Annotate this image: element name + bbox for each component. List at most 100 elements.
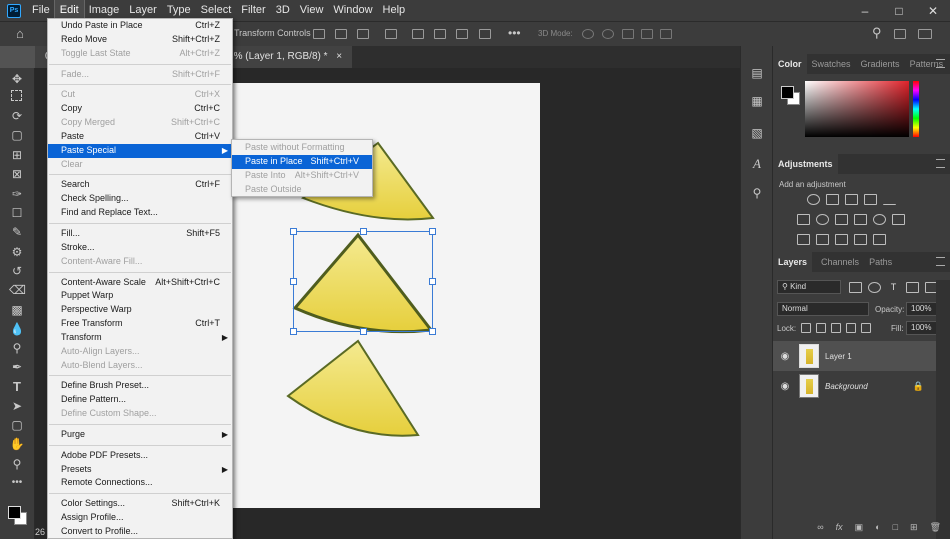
adjustment-layer-icon[interactable]: ◐	[875, 522, 880, 532]
color-foreground-swatch[interactable]	[781, 86, 794, 99]
menu-item-free-transform[interactable]: Free Transform Ctrl+T	[48, 317, 232, 331]
tab-swatches[interactable]: Swatches	[807, 54, 856, 74]
3d-roll-icon[interactable]	[602, 29, 614, 39]
rectangle-tool-icon[interactable]: ▢	[9, 417, 25, 433]
transform-handle[interactable]	[429, 328, 436, 335]
color-field[interactable]	[805, 81, 909, 137]
layer-filter-select[interactable]: ⚲ Kind	[777, 280, 841, 294]
menu-item-remote-connections[interactable]: Remote Connections...	[48, 476, 232, 490]
menu-item-paste-in-place[interactable]: Paste in Place Shift+Ctrl+V	[232, 154, 372, 169]
menu-item-find-and-replace-text[interactable]: Find and Replace Text...	[48, 206, 232, 220]
transform-handle[interactable]	[290, 278, 297, 285]
menu-item-color-settings[interactable]: Color Settings... Shift+Ctrl+K	[48, 497, 232, 511]
lock-transparency-icon[interactable]	[801, 323, 811, 333]
3d-scale-icon[interactable]	[660, 29, 672, 39]
brightness-icon[interactable]	[807, 194, 820, 205]
character-icon[interactable]: A	[749, 156, 765, 171]
menu-item-stroke[interactable]: Stroke...	[48, 241, 232, 255]
menu-item-puppet-warp[interactable]: Puppet Warp	[48, 289, 232, 303]
transform-controls-label[interactable]: Transform Controls	[234, 28, 311, 38]
history-brush-icon[interactable]: ↺	[9, 263, 25, 279]
tab-gradients[interactable]: Gradients	[856, 54, 905, 74]
menu-3d[interactable]: 3D	[271, 0, 295, 21]
menu-item-undo-paste-in-place[interactable]: Undo Paste in Place Ctrl+Z	[48, 19, 232, 33]
menu-window[interactable]: Window	[328, 0, 377, 21]
menu-item-adobe-pdf-presets[interactable]: Adobe PDF Presets...	[48, 449, 232, 463]
lasso-tool-icon[interactable]: ⟳	[9, 108, 25, 124]
3d-slide-icon[interactable]	[641, 29, 653, 39]
panel-menu-icon[interactable]	[936, 59, 945, 68]
crop-tool-icon[interactable]: ⊞	[9, 147, 25, 163]
menu-item-transform[interactable]: Transform ▶	[48, 331, 232, 345]
gradient-map-icon[interactable]	[854, 234, 867, 245]
properties-icon[interactable]: ▦	[749, 94, 765, 108]
menu-item-define-pattern[interactable]: Define Pattern...	[48, 393, 232, 407]
menu-item-convert-to-profile[interactable]: Convert to Profile...	[48, 525, 232, 538]
align-left-icon[interactable]	[313, 29, 325, 39]
menu-item-assign-profile[interactable]: Assign Profile...	[48, 511, 232, 525]
navigator-icon[interactable]: ⚲	[749, 186, 765, 200]
eraser-tool-icon[interactable]: ⌫	[9, 282, 26, 298]
dodge-tool-icon[interactable]: ⚲	[9, 340, 25, 356]
align-center-icon[interactable]	[335, 29, 347, 39]
levels-icon[interactable]	[826, 194, 839, 205]
new-layer-icon[interactable]: ⊞	[910, 522, 918, 533]
visibility-eye-icon[interactable]: ◉	[778, 381, 792, 392]
delete-layer-icon[interactable]: 🗑	[930, 522, 941, 533]
healing-brush-icon[interactable]: ☐	[9, 205, 25, 221]
color-lookup-icon[interactable]	[892, 214, 905, 225]
lock-artboard-icon[interactable]	[846, 323, 856, 333]
move-tool-icon[interactable]: ✥	[9, 71, 25, 87]
hue-saturation-icon[interactable]	[797, 214, 810, 225]
layer-row-background[interactable]: ◉ Background 🔒	[773, 371, 936, 401]
menu-item-paste-special[interactable]: Paste Special ▶	[48, 143, 232, 158]
layer-row-layer-1[interactable]: ◉ Layer 1	[773, 341, 936, 371]
eyedropper-tool-icon[interactable]: ✑	[9, 186, 25, 202]
frame-tool-icon[interactable]: ⊠	[9, 166, 25, 182]
menu-item-purge[interactable]: Purge ▶	[48, 428, 232, 442]
menu-item-redo-move[interactable]: Redo Move Shift+Ctrl+Z	[48, 33, 232, 47]
vibrance-icon[interactable]	[883, 194, 896, 205]
channel-mixer-icon[interactable]	[873, 214, 886, 225]
align-bottom-icon[interactable]	[434, 29, 446, 39]
zoom-status[interactable]: 26	[35, 527, 47, 539]
menu-item-paste[interactable]: Paste Ctrl+V	[48, 130, 232, 144]
new-group-icon[interactable]: □	[893, 522, 898, 532]
maximize-icon[interactable]: □	[882, 0, 916, 21]
hand-tool-icon[interactable]: ✋	[9, 436, 25, 452]
history-icon[interactable]: ▤	[749, 66, 765, 80]
layer-name[interactable]: Layer 1	[825, 352, 852, 361]
transform-handle[interactable]	[290, 328, 297, 335]
menu-item-copy[interactable]: Copy Ctrl+C	[48, 102, 232, 116]
tab-color[interactable]: Color	[773, 54, 807, 74]
tab-layers[interactable]: Layers	[773, 252, 813, 272]
zoom-tool-icon[interactable]: ⚲	[9, 456, 25, 472]
more-options-icon[interactable]: •••	[508, 26, 521, 40]
path-select-icon[interactable]: ➤	[9, 398, 25, 414]
pen-tool-icon[interactable]: ✒	[9, 359, 25, 375]
transform-selection[interactable]	[290, 228, 436, 335]
add-mask-icon[interactable]: ▣	[855, 522, 864, 533]
paste-panel-icon[interactable]: ▧	[749, 126, 765, 140]
layer-name[interactable]: Background	[825, 382, 868, 391]
black-white-icon[interactable]	[835, 214, 848, 225]
transform-handle[interactable]	[360, 328, 367, 335]
3d-pan-icon[interactable]	[622, 29, 634, 39]
threshold-icon[interactable]	[835, 234, 848, 245]
filter-shape-icon[interactable]	[906, 282, 919, 293]
blend-mode-select[interactable]: Normal	[777, 302, 869, 316]
align-middle-icon[interactable]	[412, 29, 424, 39]
link-layers-icon[interactable]: ∞	[817, 522, 823, 532]
transform-handle[interactable]	[290, 228, 297, 235]
visibility-eye-icon[interactable]: ◉	[778, 351, 792, 362]
foreground-color-swatch[interactable]	[8, 506, 21, 519]
lock-pixels-icon[interactable]	[816, 323, 826, 333]
menu-item-define-brush-preset[interactable]: Define Brush Preset...	[48, 379, 232, 393]
gradient-tool-icon[interactable]: ▩	[9, 302, 25, 318]
document-close-icon[interactable]: ×	[336, 51, 342, 62]
minimize-icon[interactable]: –	[848, 0, 882, 21]
menu-item-search[interactable]: Search Ctrl+F	[48, 178, 232, 192]
panel-menu-icon[interactable]	[936, 159, 945, 168]
marquee-tool-icon[interactable]	[11, 90, 22, 101]
distribute-h-icon[interactable]	[479, 29, 491, 39]
